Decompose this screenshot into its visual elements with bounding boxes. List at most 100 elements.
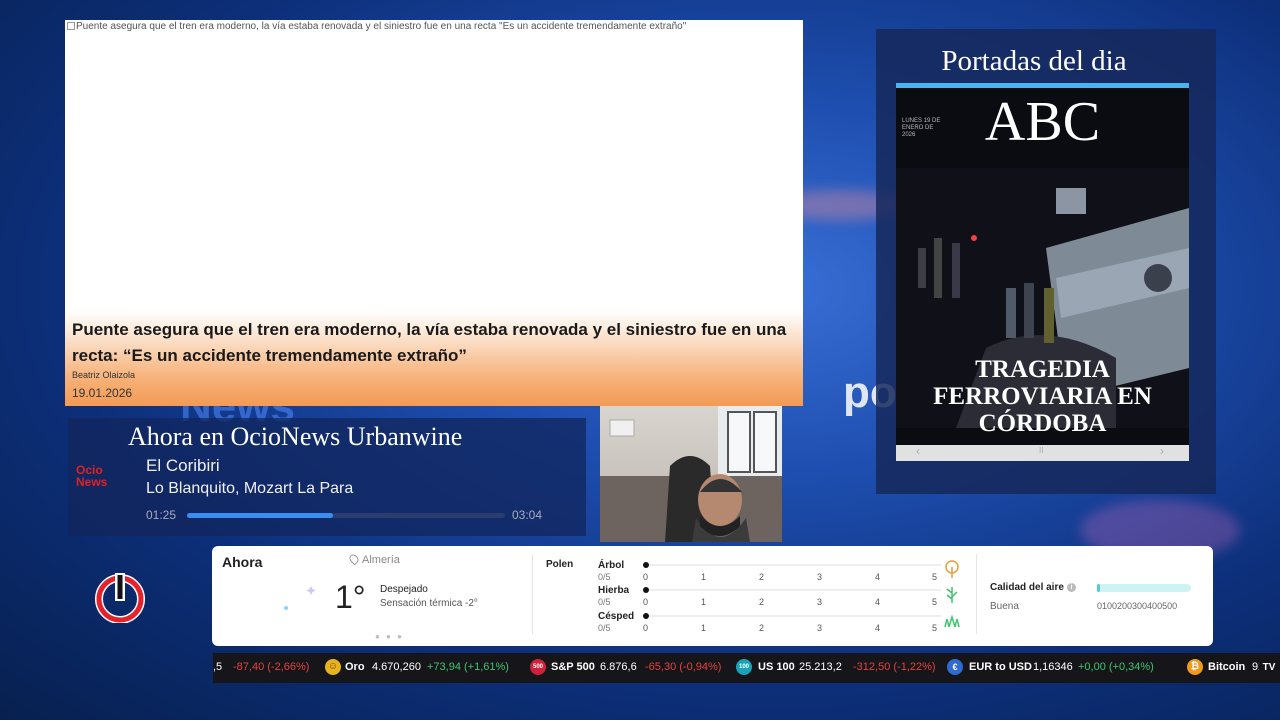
station-logo: Ocio News [76, 463, 108, 489]
now-playing-song: El Coribiri [146, 456, 220, 475]
moon-stars-icon [284, 578, 316, 613]
air-quality-scale: 0100200300400500 [1097, 601, 1178, 611]
cover-carousel-nav: ‹ II › [896, 444, 1189, 461]
now-playing-elapsed: 01:25 [146, 508, 177, 522]
pollen-name: Césped [598, 611, 635, 622]
pollen-label: Polen [546, 559, 574, 570]
ticker-price: 6.876,6 [600, 661, 637, 673]
pollen-tick: 3 [817, 597, 823, 607]
weather-feels-like: Sensación térmica -2° [380, 598, 478, 609]
currency-exchange-icon: € [947, 659, 963, 675]
pollen-scale-line [649, 615, 941, 617]
divider [532, 554, 533, 634]
ticker-change: -87,40 (-2,66%) [233, 661, 310, 673]
news-article-card[interactable]: Puente asegura que el tren era moderno, … [65, 20, 803, 406]
now-playing-title: Ahora en OcioNews Urbanwine [128, 422, 463, 451]
pollen-value: 0/5 [598, 572, 611, 582]
weather-now-label: Ahora [222, 554, 263, 570]
now-playing-total: 03:04 [512, 508, 543, 522]
webcam-feed [600, 406, 782, 542]
ticker-price: 4.670,260 [372, 661, 421, 673]
webcam-image [600, 406, 782, 542]
broken-image-icon [67, 22, 75, 30]
air-quality-label: Calidad del aire i [990, 582, 1076, 593]
pollen-tick: 1 [701, 597, 707, 607]
pollen-tick: 5 [932, 623, 938, 633]
pollen-value: 0/5 [598, 597, 611, 607]
weather-location-label: Almería [362, 554, 400, 566]
pollen-row-tree: Árbol 0/5 0 1 2 3 4 5 [598, 560, 959, 584]
air-quality-marker [1097, 584, 1100, 592]
sp500-icon: 500 [530, 659, 546, 675]
pollen-tick: 4 [875, 572, 881, 582]
pollen-tick: 4 [875, 623, 881, 633]
weather-location: Almería [347, 552, 400, 566]
gold-icon: ☺ [325, 659, 341, 675]
weather-widget: Ahora Almería 1° Despejado Sensación tér… [212, 546, 1213, 646]
pollen-value: 0/5 [598, 623, 611, 633]
pollen-tick: 1 [701, 572, 707, 582]
pollen-tick: 0 [643, 623, 649, 633]
market-ticker: ,5 -87,40 (-2,66%) ☺ Oro 4.670,260 +73,9… [213, 653, 1280, 683]
cover-next-button[interactable]: › [1160, 444, 1164, 458]
ticker-change: -65,30 (-0,94%) [645, 661, 722, 673]
news-image-alt-text: Puente asegura que el tren era moderno, … [67, 21, 686, 32]
bitcoin-icon: ₿ [1187, 659, 1203, 675]
front-pages-title: Portadas del dia [941, 45, 1127, 77]
cover-headline: TRAGEDIA FERROVIARIA EN CÓRDOBA [933, 356, 1152, 437]
pollen-tick: 5 [932, 572, 938, 582]
news-author: Beatriz Olaizola [72, 370, 136, 380]
front-pages-panel: Portadas del dia ABC LUNES 19 DE ENERO D… [876, 29, 1216, 494]
now-playing-progress-fill [187, 513, 334, 518]
tradingview-logo: TV [1259, 658, 1279, 678]
pollen-row-grass: Hierba 0/5 0 1 2 3 4 5 [598, 585, 958, 609]
pollen-tick: 0 [643, 597, 649, 607]
news-image-alt-label: Puente asegura que el tren era moderno, … [76, 21, 687, 32]
pollen-name: Hierba [598, 585, 630, 596]
pollen-tick: 3 [817, 572, 823, 582]
grass-icon [946, 587, 958, 603]
us100-icon: 100 [736, 659, 752, 675]
cover-pause-button[interactable]: II [1039, 446, 1043, 455]
info-icon[interactable]: i [1066, 583, 1076, 592]
now-playing-panel: Ahora en OcioNews Urbanwine Ocio News El… [68, 418, 586, 536]
ticker-name: Bitcoin [1208, 661, 1246, 673]
pollen-scale-line [649, 589, 941, 591]
location-pin-icon [347, 552, 361, 566]
weather-condition: Despejado [380, 584, 428, 595]
tree-icon [945, 560, 959, 578]
news-headline[interactable]: Puente asegura que el tren era moderno, … [72, 317, 792, 369]
ticker-price: ,5 [213, 661, 223, 673]
now-playing-artist: Lo Blanquito, Mozart La Para [146, 480, 354, 497]
pollen-tick: 5 [932, 597, 938, 607]
cover-prev-button[interactable]: ‹ [916, 444, 920, 458]
weather-temperature: 1° [335, 579, 366, 615]
ticker-change: +73,94 (+1,61%) [427, 661, 509, 673]
cover-date: LUNES 19 DE ENERO DE 2026 [902, 118, 941, 138]
ticker-change: +0,00 (+0,34%) [1078, 661, 1154, 673]
pollen-tick: 3 [817, 623, 823, 633]
pollen-tick: 2 [759, 572, 765, 582]
weather-pagination-dots[interactable]: ● ● ● [375, 632, 404, 641]
pollen-row-lawn: Césped 0/5 0 1 2 3 4 5 [598, 611, 960, 635]
ticker-change: -312,50 (-1,22%) [853, 661, 936, 673]
power-icon[interactable] [95, 573, 145, 623]
ticker-name: EUR to USD [969, 661, 1032, 673]
ticker-name: US 100 [758, 661, 795, 673]
ticker-name: Oro [345, 661, 365, 673]
pollen-tick: 2 [759, 623, 765, 633]
lawn-icon [944, 614, 960, 628]
ticker-name: S&P 500 [551, 661, 595, 673]
news-date: 19.01.2026 [72, 386, 133, 400]
pollen-scale-line [649, 564, 941, 566]
now-playing-progress-bar [187, 513, 505, 518]
pollen-tick: 1 [701, 623, 707, 633]
pollen-tick: 2 [759, 597, 765, 607]
pollen-tick: 0 [643, 572, 649, 582]
pollen-tick: 4 [875, 597, 881, 607]
ticker-price: 1,16346 [1033, 661, 1073, 673]
newspaper-cover[interactable]: ABC LUNES 19 DE ENERO DE 2026 TRAGEDIA F… [896, 83, 1189, 461]
ticker-price: 25.213,2 [799, 661, 842, 673]
air-quality-bar [1097, 584, 1191, 592]
pollen-name: Árbol [598, 560, 625, 571]
